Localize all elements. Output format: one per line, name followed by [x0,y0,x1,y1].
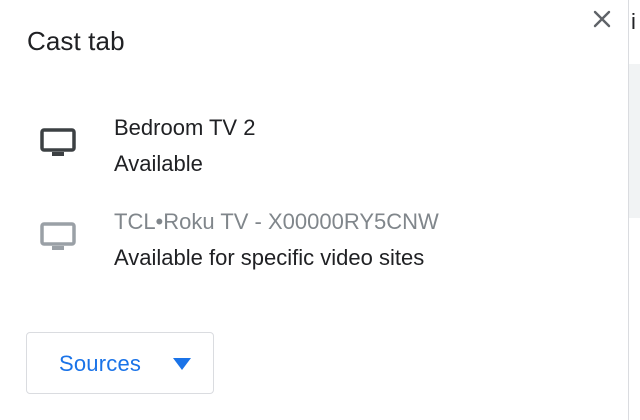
cast-sink-bedroom-tv-2[interactable]: Bedroom TV 2 Available [0,108,629,198]
sink-status: Available for specific video sites [114,245,425,270]
tv-icon [40,222,76,250]
dialog-title: Cast tab [27,26,125,56]
cast-dialog: i Cast tab Bedroom TV 2 Available TCL•Ro… [0,0,640,420]
tv-icon [40,128,76,156]
sources-button[interactable]: Sources [26,332,214,394]
background-text-fragment: i [631,9,636,34]
sink-status: Available [114,151,203,176]
close-button[interactable] [588,5,616,33]
sink-name: TCL•Roku TV - X00000RY5CNW [114,209,439,234]
background-panel [629,64,640,218]
close-icon [593,10,611,28]
background-window-edge: i [628,0,640,420]
dropdown-caret-icon [173,358,191,370]
cast-sink-tcl-roku-tv[interactable]: TCL•Roku TV - X00000RY5CNW Available for… [0,202,629,292]
sink-name: Bedroom TV 2 [114,115,256,140]
sources-button-label: Sources [59,351,142,376]
